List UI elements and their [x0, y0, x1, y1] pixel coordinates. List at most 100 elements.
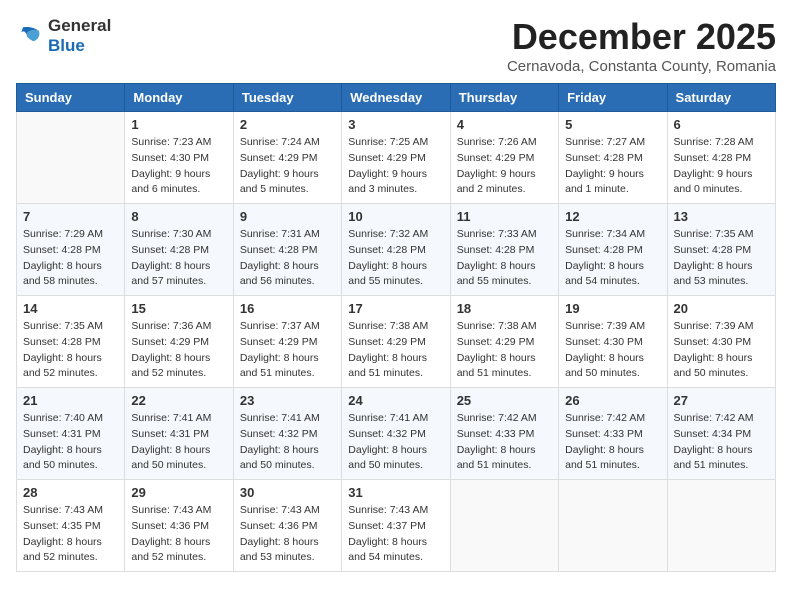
day-info: Sunrise: 7:33 AMSunset: 4:28 PMDaylight:…	[457, 227, 552, 290]
day-info: Sunrise: 7:38 AMSunset: 4:29 PMDaylight:…	[457, 319, 552, 382]
day-number: 18	[457, 301, 552, 316]
day-number: 8	[131, 209, 226, 224]
calendar-cell: 22Sunrise: 7:41 AMSunset: 4:31 PMDayligh…	[125, 388, 233, 480]
sunset-text: Sunset: 4:29 PM	[348, 151, 443, 167]
calendar-cell: 20Sunrise: 7:39 AMSunset: 4:30 PMDayligh…	[667, 296, 775, 388]
calendar-cell	[17, 112, 125, 204]
header-friday: Friday	[559, 84, 667, 112]
daylight-text: Daylight: 8 hours and 52 minutes.	[23, 535, 118, 567]
calendar-cell: 10Sunrise: 7:32 AMSunset: 4:28 PMDayligh…	[342, 204, 450, 296]
day-info: Sunrise: 7:38 AMSunset: 4:29 PMDaylight:…	[348, 319, 443, 382]
day-number: 25	[457, 393, 552, 408]
calendar-week-row: 7Sunrise: 7:29 AMSunset: 4:28 PMDaylight…	[17, 204, 776, 296]
sunrise-text: Sunrise: 7:39 AM	[565, 319, 660, 335]
calendar-cell: 16Sunrise: 7:37 AMSunset: 4:29 PMDayligh…	[233, 296, 341, 388]
daylight-text: Daylight: 9 hours and 6 minutes.	[131, 167, 226, 199]
sunset-text: Sunset: 4:29 PM	[457, 335, 552, 351]
logo-icon	[16, 22, 44, 50]
day-number: 23	[240, 393, 335, 408]
sunset-text: Sunset: 4:37 PM	[348, 519, 443, 535]
day-info: Sunrise: 7:43 AMSunset: 4:36 PMDaylight:…	[131, 503, 226, 566]
location: Cernavoda, Constanta County, Romania	[507, 58, 776, 75]
sunset-text: Sunset: 4:31 PM	[131, 427, 226, 443]
day-info: Sunrise: 7:36 AMSunset: 4:29 PMDaylight:…	[131, 319, 226, 382]
sunrise-text: Sunrise: 7:26 AM	[457, 135, 552, 151]
calendar-week-row: 14 Sunrise: 7:35 AMSunset: 4:28 PMDayligh…	[17, 296, 776, 388]
sunrise-text: Sunrise: 7:37 AM	[240, 319, 335, 335]
day-number: 26	[565, 393, 660, 408]
sunrise-text: Sunrise: 7:43 AM	[131, 503, 226, 519]
calendar-cell: 3Sunrise: 7:25 AMSunset: 4:29 PMDaylight…	[342, 112, 450, 204]
daylight-text: Daylight: 8 hours and 58 minutes.	[23, 259, 118, 291]
day-info: Sunrise: 7:29 AMSunset: 4:28 PMDaylight:…	[23, 227, 118, 290]
day-number: 14	[23, 301, 118, 316]
day-number: 21	[23, 393, 118, 408]
daylight-text: Daylight: 8 hours and 50 minutes.	[348, 443, 443, 475]
header-wednesday: Wednesday	[342, 84, 450, 112]
calendar-cell	[559, 480, 667, 572]
sunset-text: Sunset: 4:33 PM	[457, 427, 552, 443]
day-number: 2	[240, 117, 335, 132]
calendar-cell: 25Sunrise: 7:42 AMSunset: 4:33 PMDayligh…	[450, 388, 558, 480]
sunset-text: Sunset: 4:36 PM	[131, 519, 226, 535]
day-info: Sunrise: 7:34 AMSunset: 4:28 PMDaylight:…	[565, 227, 660, 290]
day-number: 20	[674, 301, 769, 316]
sunrise-text: Sunrise: 7:33 AM	[457, 227, 552, 243]
sunset-text: Sunset: 4:35 PM	[23, 519, 118, 535]
calendar-cell: 7Sunrise: 7:29 AMSunset: 4:28 PMDaylight…	[17, 204, 125, 296]
sunrise-text: Sunrise: 7:24 AM	[240, 135, 335, 151]
daylight-text: Daylight: 8 hours and 57 minutes.	[131, 259, 226, 291]
calendar-cell: 26 Sunrise: 7:42 AMSunset: 4:33 PMDayligh…	[559, 388, 667, 480]
calendar-cell: 19Sunrise: 7:39 AMSunset: 4:30 PMDayligh…	[559, 296, 667, 388]
daylight-text: Daylight: 8 hours and 50 minutes.	[674, 351, 769, 383]
day-info: Sunrise: 7:35 AMSunset: 4:28 PMDaylight:…	[674, 227, 769, 290]
daylight-text: Daylight: 9 hours and 1 minute.	[565, 167, 660, 199]
sunrise-text: Sunrise: 7:42 AM	[674, 411, 769, 427]
header-thursday: Thursday	[450, 84, 558, 112]
daylight-text: Daylight: 9 hours and 2 minutes.	[457, 167, 552, 199]
day-info: Sunrise: 7:30 AMSunset: 4:28 PMDaylight:…	[131, 227, 226, 290]
day-info: Sunrise: 7:35 AMSunset: 4:28 PMDaylight:…	[23, 319, 118, 382]
day-info: Sunrise: 7:43 AMSunset: 4:36 PMDaylight:…	[240, 503, 335, 566]
day-info: Sunrise: 7:41 AMSunset: 4:32 PMDaylight:…	[348, 411, 443, 474]
sunrise-text: Sunrise: 7:42 AM	[565, 411, 660, 427]
day-number: 30	[240, 485, 335, 500]
daylight-text: Daylight: 8 hours and 50 minutes.	[240, 443, 335, 475]
sunrise-text: Sunrise: 7:39 AM	[674, 319, 769, 335]
day-info: Sunrise: 7:40 AMSunset: 4:31 PMDaylight:…	[23, 411, 118, 474]
sunrise-text: Sunrise: 7:28 AM	[674, 135, 769, 151]
sunrise-text: Sunrise: 7:41 AM	[240, 411, 335, 427]
calendar-cell: 8 Sunrise: 7:30 AMSunset: 4:28 PMDaylight…	[125, 204, 233, 296]
daylight-text: Daylight: 8 hours and 56 minutes.	[240, 259, 335, 291]
daylight-text: Daylight: 8 hours and 50 minutes.	[565, 351, 660, 383]
day-info: Sunrise: 7:39 AMSunset: 4:30 PMDaylight:…	[565, 319, 660, 382]
sunset-text: Sunset: 4:28 PM	[23, 335, 118, 351]
logo: General Blue	[16, 16, 111, 57]
day-number: 29	[131, 485, 226, 500]
calendar-cell: 30 Sunrise: 7:43 AMSunset: 4:36 PMDayligh…	[233, 480, 341, 572]
day-info: Sunrise: 7:27 AMSunset: 4:28 PMDaylight:…	[565, 135, 660, 198]
calendar-cell: 23Sunrise: 7:41 AMSunset: 4:32 PMDayligh…	[233, 388, 341, 480]
day-info: Sunrise: 7:24 AMSunset: 4:29 PMDaylight:…	[240, 135, 335, 198]
calendar-cell	[667, 480, 775, 572]
sunrise-text: Sunrise: 7:43 AM	[23, 503, 118, 519]
sunset-text: Sunset: 4:29 PM	[348, 335, 443, 351]
calendar-cell: 12Sunrise: 7:34 AMSunset: 4:28 PMDayligh…	[559, 204, 667, 296]
calendar-cell: 28Sunrise: 7:43 AMSunset: 4:35 PMDayligh…	[17, 480, 125, 572]
sunrise-text: Sunrise: 7:38 AM	[348, 319, 443, 335]
day-info: Sunrise: 7:37 AMSunset: 4:29 PMDaylight:…	[240, 319, 335, 382]
sunset-text: Sunset: 4:28 PM	[674, 243, 769, 259]
daylight-text: Daylight: 8 hours and 52 minutes.	[23, 351, 118, 383]
sunrise-text: Sunrise: 7:35 AM	[674, 227, 769, 243]
calendar-week-row: 28Sunrise: 7:43 AMSunset: 4:35 PMDayligh…	[17, 480, 776, 572]
sunset-text: Sunset: 4:28 PM	[348, 243, 443, 259]
day-info: Sunrise: 7:42 AMSunset: 4:34 PMDaylight:…	[674, 411, 769, 474]
calendar-cell: 15Sunrise: 7:36 AMSunset: 4:29 PMDayligh…	[125, 296, 233, 388]
day-info: Sunrise: 7:42 AMSunset: 4:33 PMDaylight:…	[565, 411, 660, 474]
sunset-text: Sunset: 4:28 PM	[23, 243, 118, 259]
sunset-text: Sunset: 4:28 PM	[457, 243, 552, 259]
calendar-cell	[450, 480, 558, 572]
daylight-text: Daylight: 8 hours and 51 minutes.	[457, 351, 552, 383]
sunset-text: Sunset: 4:28 PM	[565, 243, 660, 259]
calendar-cell: 17Sunrise: 7:38 AMSunset: 4:29 PMDayligh…	[342, 296, 450, 388]
